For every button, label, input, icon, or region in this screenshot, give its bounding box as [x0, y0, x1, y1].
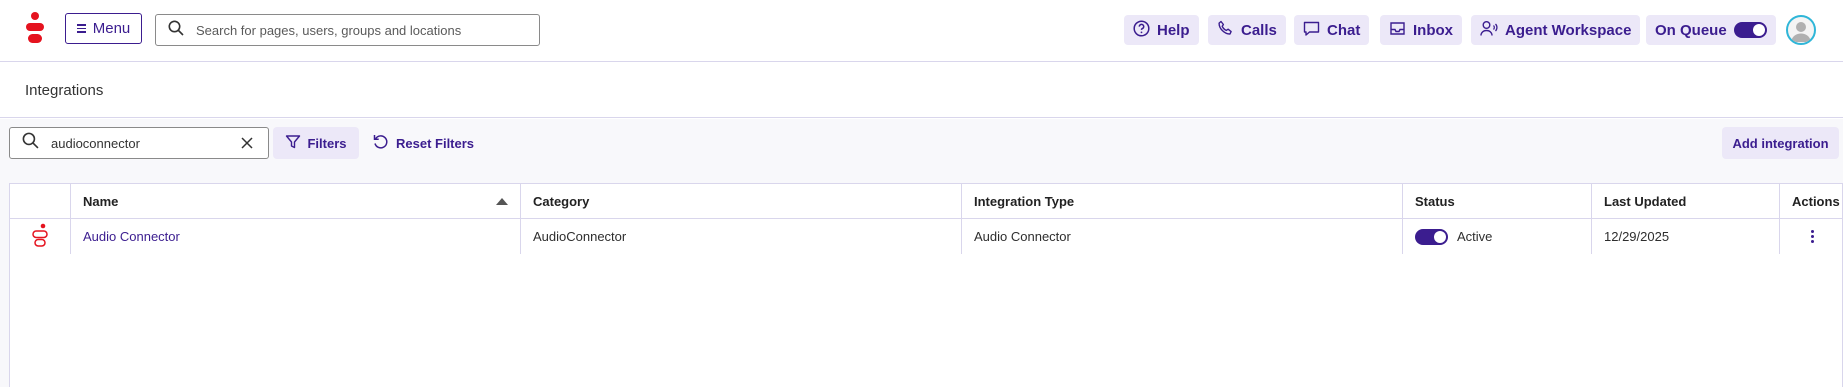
search-icon [168, 20, 184, 41]
row-actions-cell [1779, 219, 1843, 254]
agent-icon [1480, 20, 1498, 41]
clear-search-icon[interactable] [240, 136, 254, 155]
reset-filters-button[interactable]: Reset Filters [372, 127, 474, 159]
filters-button[interactable]: Filters [273, 127, 359, 159]
header-name[interactable]: Name [70, 184, 520, 218]
row-last-updated-cell: 12/29/2025 [1591, 219, 1779, 254]
filter-icon [285, 134, 301, 153]
add-integration-button[interactable]: Add integration [1722, 127, 1839, 159]
phone-icon [1217, 20, 1234, 41]
status-label: Active [1457, 229, 1493, 244]
help-button[interactable]: Help [1124, 15, 1199, 45]
integration-type: Audio Connector [974, 229, 1071, 244]
header-category-label: Category [533, 193, 590, 209]
top-navigation-bar: Menu Help Calls Chat Inbox Agen [0, 0, 1843, 62]
integration-category: AudioConnector [533, 229, 627, 244]
genesys-logo-icon[interactable] [22, 11, 48, 45]
menu-button[interactable]: Menu [65, 13, 142, 44]
user-avatar-icon [1791, 22, 1811, 42]
agent-workspace-label: Agent Workspace [1505, 21, 1632, 39]
global-search-box [155, 14, 540, 46]
integrations-search-input[interactable] [51, 135, 231, 151]
chat-button[interactable]: Chat [1294, 15, 1370, 45]
add-integration-label: Add integration [1732, 135, 1829, 151]
last-updated-value: 12/29/2025 [1604, 229, 1670, 244]
table-header: Name Category Integration Type Status La… [10, 184, 1842, 219]
row-integration-type-cell: Audio Connector [961, 219, 1402, 254]
sort-ascending-icon[interactable] [496, 198, 508, 205]
header-actions-label: Actions [1792, 193, 1840, 209]
header-last-updated[interactable]: Last Updated [1591, 184, 1779, 218]
chat-label: Chat [1327, 21, 1361, 39]
hamburger-icon [76, 22, 86, 35]
table-row: Audio Connector AudioConnector Audio Con… [10, 219, 1842, 254]
reset-filters-label: Reset Filters [396, 135, 475, 151]
header-status[interactable]: Status [1402, 184, 1591, 218]
menu-button-label: Menu [92, 20, 131, 37]
page-header: Integrations [0, 63, 1843, 118]
header-actions: Actions [1779, 184, 1843, 218]
row-status-cell: Active [1402, 219, 1591, 254]
chat-icon [1303, 20, 1320, 41]
header-status-label: Status [1415, 193, 1455, 209]
calls-label: Calls [1241, 21, 1277, 39]
integrations-search-box [9, 127, 269, 159]
row-name-cell: Audio Connector [70, 219, 520, 254]
row-category-cell: AudioConnector [520, 219, 961, 254]
header-last-updated-label: Last Updated [1604, 193, 1687, 209]
reset-icon [372, 133, 389, 153]
agent-workspace-button[interactable]: Agent Workspace [1471, 15, 1641, 45]
header-name-label: Name [83, 193, 119, 209]
on-queue-toggle-button[interactable]: On Queue [1646, 15, 1776, 45]
more-actions-icon[interactable] [1807, 226, 1818, 247]
on-queue-label: On Queue [1655, 21, 1727, 39]
page-title: Integrations [25, 82, 104, 99]
row-icon-cell [10, 219, 70, 254]
integrations-table: Name Category Integration Type Status La… [9, 183, 1843, 387]
inbox-icon [1389, 20, 1406, 41]
filters-label: Filters [307, 135, 347, 151]
on-queue-toggle[interactable] [1733, 22, 1767, 38]
genesys-logo-icon [30, 223, 50, 250]
global-search-input[interactable] [196, 22, 516, 38]
integration-name-link[interactable]: Audio Connector [83, 229, 180, 244]
search-icon [22, 132, 39, 154]
header-integration-type[interactable]: Integration Type [961, 184, 1402, 218]
help-icon [1133, 19, 1150, 41]
calls-button[interactable]: Calls [1208, 15, 1286, 45]
help-label: Help [1157, 21, 1190, 39]
inbox-label: Inbox [1413, 21, 1453, 39]
avatar[interactable] [1786, 15, 1816, 45]
header-category[interactable]: Category [520, 184, 961, 218]
header-icon-column [10, 184, 70, 218]
status-toggle[interactable] [1415, 228, 1448, 245]
integrations-content: Filters Reset Filters Add integration Na… [0, 119, 1843, 387]
header-integration-type-label: Integration Type [974, 193, 1075, 209]
inbox-button[interactable]: Inbox [1380, 15, 1462, 45]
